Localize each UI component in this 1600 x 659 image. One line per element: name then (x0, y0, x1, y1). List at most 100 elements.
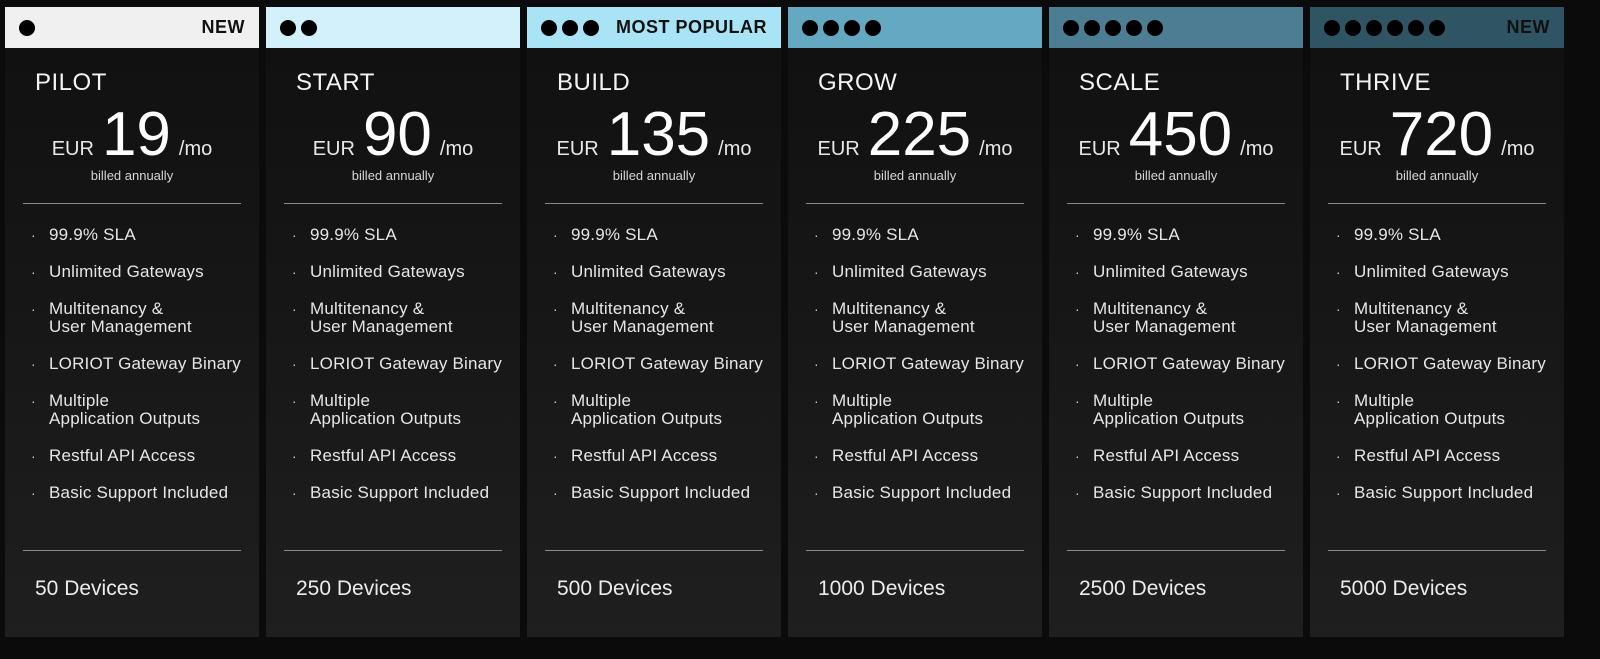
plan-header (788, 7, 1042, 48)
feature-list: · 99.9% SLA · Unlimited Gateways · Multitenan… (284, 226, 502, 502)
feature-text: Basic Support Included (1354, 483, 1534, 502)
feature-item: · Unlimited Gateways (292, 263, 502, 281)
feature-item: · Multitenancy & User Management (1336, 300, 1546, 336)
feature-item: · LORIOT Gateway Binary (1075, 355, 1285, 373)
feature-item: · 99.9% SLA (1075, 226, 1285, 244)
feature-item: · 99.9% SLA (31, 226, 241, 244)
plan-header: NEW (1310, 7, 1564, 48)
bullet-icon: · (1336, 227, 1341, 243)
feature-item: · LORIOT Gateway Binary (292, 355, 502, 373)
feature-text: LORIOT Gateway Binary (1093, 354, 1285, 373)
bullet-icon: · (1075, 485, 1080, 501)
feature-text: Multiple Application Outputs (310, 391, 462, 428)
tier-dots (1063, 19, 1163, 36)
price-row: EUR 720 /mo (1328, 104, 1546, 166)
tier-dot-icon (1408, 19, 1424, 36)
bullet-icon: · (31, 301, 36, 317)
feature-list: · 99.9% SLA · Unlimited Gateways · Multitenan… (806, 226, 1024, 502)
plan-header (266, 7, 520, 48)
tier-dot-icon (1147, 19, 1163, 36)
feature-text: Basic Support Included (49, 483, 229, 502)
feature-item: · Basic Support Included (1075, 484, 1285, 502)
feature-text: Basic Support Included (832, 483, 1012, 502)
bullet-icon: · (814, 301, 819, 317)
device-count: 2500 Devices (1079, 577, 1207, 600)
price-amount: 90 (362, 100, 432, 169)
bullet-icon: · (553, 301, 558, 317)
bullet-icon: · (814, 356, 819, 372)
tier-dot-icon (541, 19, 557, 36)
price-currency: EUR (51, 138, 94, 160)
tier-dot-icon (865, 19, 881, 36)
bullet-icon: · (1075, 393, 1080, 409)
feature-item: · Multiple Application Outputs (31, 392, 241, 428)
feature-text: Basic Support Included (310, 483, 490, 502)
plan-card-start[interactable]: START EUR 90 /mo billed annually · 99.9% … (266, 7, 520, 637)
feature-item: · LORIOT Gateway Binary (814, 355, 1024, 373)
feature-text: Restful API Access (49, 446, 196, 465)
feature-text: Restful API Access (1354, 446, 1501, 465)
plan-name: GROW (818, 69, 898, 96)
feature-text: Restful API Access (571, 446, 718, 465)
bullet-icon: · (1075, 227, 1080, 243)
feature-item: · Restful API Access (1336, 447, 1546, 465)
divider (1328, 203, 1546, 204)
plan-card-scale[interactable]: SCALE EUR 450 /mo billed annually · 99.9%… (1049, 7, 1303, 637)
bullet-icon: · (292, 264, 297, 280)
feature-item: · Restful API Access (553, 447, 763, 465)
feature-text: Multiple Application Outputs (49, 391, 201, 428)
feature-text: Multiple Application Outputs (1093, 391, 1245, 428)
feature-text: LORIOT Gateway Binary (310, 354, 502, 373)
divider (1067, 550, 1285, 551)
divider (23, 203, 241, 204)
feature-text: Multitenancy & User Management (832, 299, 975, 336)
price-row: EUR 225 /mo (806, 104, 1024, 166)
tier-dot-icon (1366, 19, 1382, 36)
feature-item: · Unlimited Gateways (814, 263, 1024, 281)
plan-name: BUILD (557, 69, 631, 96)
price-amount: 135 (606, 100, 711, 169)
bullet-icon: · (553, 264, 558, 280)
feature-text: Multitenancy & User Management (571, 299, 714, 336)
divider (545, 550, 763, 551)
price-period: /mo (178, 138, 213, 160)
plan-card-grow[interactable]: GROW EUR 225 /mo billed annually · 99.9% … (788, 7, 1042, 637)
bullet-icon: · (31, 485, 36, 501)
price-row: EUR 450 /mo (1067, 104, 1285, 166)
bullet-icon: · (814, 264, 819, 280)
price-currency: EUR (556, 138, 599, 160)
feature-text: Basic Support Included (571, 483, 751, 502)
tier-dot-icon (1345, 19, 1361, 36)
divider (284, 203, 502, 204)
feature-text: Multitenancy & User Management (1354, 299, 1497, 336)
bullet-icon: · (814, 485, 819, 501)
plan-card-pilot[interactable]: NEW PILOT EUR 19 /mo billed annually · 99… (5, 7, 259, 637)
price-period: /mo (718, 138, 752, 160)
feature-item: · Basic Support Included (814, 484, 1024, 502)
feature-item: · Restful API Access (814, 447, 1024, 465)
feature-item: · Unlimited Gateways (1075, 263, 1285, 281)
tier-dot-icon (844, 19, 860, 36)
feature-text: 99.9% SLA (1093, 225, 1180, 244)
plan-card-thrive[interactable]: NEW THRIVE EUR 720 /mo billed annually ·… (1310, 7, 1564, 637)
feature-item: · Unlimited Gateways (1336, 263, 1546, 281)
divider (23, 550, 241, 551)
tier-dot-icon (19, 19, 35, 36)
feature-item: · Multiple Application Outputs (292, 392, 502, 428)
price-amount: 225 (867, 100, 972, 169)
feature-text: Multiple Application Outputs (832, 391, 984, 428)
feature-text: Unlimited Gateways (1354, 262, 1509, 281)
feature-item: · Restful API Access (31, 447, 241, 465)
feature-item: · Restful API Access (1075, 447, 1285, 465)
bullet-icon: · (31, 448, 36, 464)
pricing-plans: NEW PILOT EUR 19 /mo billed annually · 99… (5, 7, 1564, 637)
plan-badge: NEW (1506, 17, 1550, 37)
feature-text: LORIOT Gateway Binary (1354, 354, 1546, 373)
plan-card-build[interactable]: MOST POPULAR BUILD EUR 135 /mo billed an… (527, 7, 781, 637)
bullet-icon: · (553, 393, 558, 409)
feature-text: LORIOT Gateway Binary (832, 354, 1024, 373)
billing-note: billed annually (873, 168, 957, 183)
price-amount: 450 (1128, 100, 1233, 169)
feature-text: Restful API Access (310, 446, 457, 465)
feature-list: · 99.9% SLA · Unlimited Gateways · Multitenan… (23, 226, 241, 502)
